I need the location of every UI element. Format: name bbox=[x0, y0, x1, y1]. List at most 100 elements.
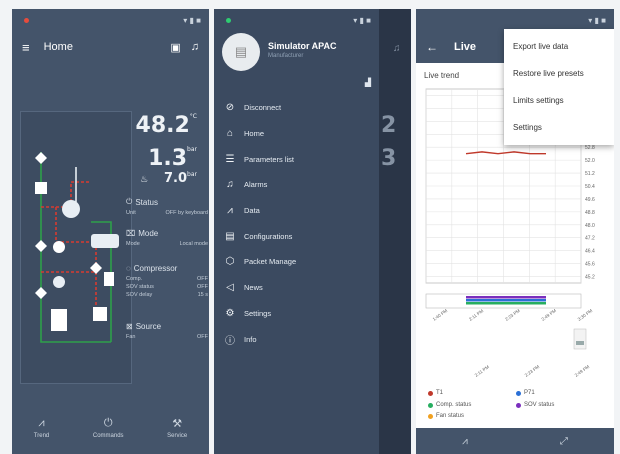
drawer-item-configurations[interactable]: ▤ Configurations bbox=[214, 223, 379, 249]
source-section: ⊠ Source Fan OFF bbox=[126, 322, 208, 340]
drawer-item-settings[interactable]: ⚙ Settings bbox=[214, 301, 379, 327]
y-tick-label: 49.6 bbox=[585, 197, 595, 203]
y-tick-label: 45.6 bbox=[585, 262, 595, 268]
legend-fan-status: Fan status bbox=[428, 413, 464, 419]
nav-trend[interactable]: ⩘ Trend bbox=[34, 417, 49, 439]
mode-section: ⌧ Mode Mode Local mode bbox=[126, 229, 208, 247]
x-tick-label: 2:11 PM bbox=[474, 364, 491, 378]
drawer-item-news[interactable]: ◁ News bbox=[214, 275, 379, 301]
pressure-value-2: ♨ 7.0bar bbox=[139, 171, 197, 186]
scroll-handle[interactable] bbox=[573, 328, 587, 350]
x-tick-label: 3:30 PM bbox=[577, 308, 594, 322]
navigation-drawer: ▾ ▮ ■ ▤ Simulator APAC Manufacturer ▟ ⊘ D… bbox=[214, 9, 379, 454]
signal-icon: ▟ bbox=[364, 78, 371, 87]
y-tick-label: 48.0 bbox=[585, 223, 595, 229]
megaphone-icon: ◁ bbox=[226, 282, 234, 294]
live-trend-overview: 2:11 PM 2:23 PM 2:49 PM bbox=[474, 328, 591, 378]
power-icon: ⏻ bbox=[126, 197, 133, 206]
legend-p71: P71 bbox=[516, 390, 535, 396]
power-button-icon: ⏻ bbox=[103, 417, 113, 429]
status-band-bar bbox=[466, 296, 546, 299]
trend-icon: ⩘ bbox=[38, 417, 45, 429]
info-icon: ⓘ bbox=[225, 335, 235, 347]
status-band-bar bbox=[466, 302, 546, 305]
clipboard-icon: ▤ bbox=[225, 230, 235, 242]
menu-item-limits[interactable]: Limits settings bbox=[504, 87, 614, 114]
temperature-value: 48.2°C bbox=[135, 113, 197, 138]
y-tick-label: 50.4 bbox=[585, 184, 595, 190]
drawer-header: ▤ Simulator APAC Manufacturer ▟ bbox=[214, 31, 379, 91]
drawer-item-packet-manage[interactable]: ⬡ Packet Manage bbox=[214, 249, 379, 275]
x-tick-label: 2:49 PM bbox=[540, 308, 557, 322]
y-tick-label: 51.2 bbox=[585, 171, 595, 177]
y-tick-label: 46.4 bbox=[585, 249, 595, 255]
trend-icon[interactable]: ⩘ bbox=[462, 436, 468, 447]
x-tick-label: 2:23 PM bbox=[524, 364, 541, 378]
menu-item-restore[interactable]: Restore live presets bbox=[504, 60, 614, 87]
status-section: ⏻ Status Unit OFF by keyboard bbox=[126, 197, 208, 216]
menu-item-settings[interactable]: Settings bbox=[504, 114, 614, 141]
device-name: Simulator APAC bbox=[268, 41, 337, 51]
menu-icon[interactable]: ≡ bbox=[22, 40, 30, 55]
chart-title: Live trend bbox=[424, 71, 460, 80]
status-band-bar bbox=[466, 299, 546, 302]
bottom-navigation: ⩘ Trend ⏻ Commands ⚒ Service bbox=[12, 402, 209, 454]
legend-sov-status: SOV status bbox=[516, 402, 554, 408]
gauge-icon: ♨ bbox=[139, 175, 149, 185]
dimmed-background: 2 3 ♫ bbox=[379, 9, 411, 454]
compressor-icon: ◌ bbox=[126, 264, 131, 273]
status-bar: ▾ ▮ ■ bbox=[214, 9, 379, 31]
settings-icon: ⚙ bbox=[225, 307, 235, 319]
device-icon: ▤ bbox=[234, 44, 248, 59]
source-icon: ⊠ bbox=[126, 322, 133, 331]
y-tick-label: 45.2 bbox=[585, 275, 595, 281]
page-title: Live bbox=[454, 41, 477, 53]
list-icon: ☰ bbox=[225, 153, 235, 165]
status-bar: ▾ ▮ ■ bbox=[12, 9, 209, 31]
live-bottom-bar: ⩘ ⤢ bbox=[416, 428, 614, 454]
y-tick-label: 52.8 bbox=[585, 145, 595, 151]
disconnect-icon: ⊘ bbox=[225, 102, 235, 114]
live-screen: ▾ ▮ ■ ← Live Live trend 56.055.254.453.6… bbox=[416, 9, 614, 454]
chart-icon: ⩘ bbox=[227, 205, 233, 217]
back-arrow-icon[interactable]: ← bbox=[426, 40, 438, 54]
drawer-item-disconnect[interactable]: ⊘ Disconnect bbox=[214, 95, 379, 121]
status-bar: ▾ ▮ ■ bbox=[588, 15, 606, 25]
device-subtitle: Manufacturer bbox=[268, 53, 304, 59]
drawer-screen: 2 3 ♫ ▾ ▮ ■ ▤ Simulator APAC Manufacture… bbox=[214, 9, 411, 454]
drawer-item-alarms[interactable]: ♫ Alarms bbox=[214, 172, 379, 198]
home-icon: ⌂ bbox=[226, 128, 234, 140]
drawer-item-parameters[interactable]: ☰ Parameters list bbox=[214, 146, 379, 172]
drawer-item-info[interactable]: ⓘ Info bbox=[214, 326, 379, 352]
package-icon: ⬡ bbox=[225, 256, 235, 268]
alarm-bell-icon: ♫ bbox=[226, 179, 234, 191]
y-tick-label: 47.2 bbox=[585, 236, 595, 242]
save-icon[interactable]: ▣ bbox=[170, 41, 180, 54]
x-tick-label: 2:49 PM bbox=[574, 364, 591, 378]
nav-commands[interactable]: ⏻ Commands bbox=[93, 417, 124, 439]
nav-service[interactable]: ⚒ Service bbox=[167, 417, 187, 439]
x-tick-label: 2:11 PM bbox=[468, 308, 485, 322]
legend-t1: T1 bbox=[428, 390, 443, 396]
home-screen: ▾ ▮ ■ ≡ Home ▣ ♫ 48.2°C 1.3bar ♨ 7.0bar ⏻… bbox=[12, 9, 209, 454]
scroll-thumb[interactable] bbox=[576, 341, 584, 345]
page-title: Home bbox=[43, 41, 73, 53]
compressor-section: ◌ Compressor Comp. OFF SOV status OFF SOV d… bbox=[126, 264, 208, 298]
notification-icon[interactable]: ♫ bbox=[191, 41, 199, 53]
wrench-icon: ⚒ bbox=[172, 418, 183, 430]
y-tick-label: 48.8 bbox=[585, 210, 595, 216]
home-app-bar: ≡ Home ▣ ♫ bbox=[12, 31, 209, 63]
y-tick-label: 52.0 bbox=[585, 158, 595, 164]
device-avatar: ▤ bbox=[222, 33, 260, 71]
zoom-icon[interactable]: ⤢ bbox=[560, 436, 568, 447]
legend-comp-status: Comp. status bbox=[428, 402, 471, 408]
x-tick-label: 1:40 PM bbox=[432, 308, 449, 322]
x-tick-label: 2:23 PM bbox=[504, 308, 521, 322]
drawer-item-home[interactable]: ⌂ Home bbox=[214, 121, 379, 147]
mode-icon: ⌧ bbox=[126, 229, 136, 238]
menu-item-export[interactable]: Export live data bbox=[504, 33, 614, 60]
circuit-diagram bbox=[20, 111, 132, 384]
drawer-item-data[interactable]: ⩘ Data bbox=[214, 198, 379, 224]
overflow-menu: Export live data Restore live presets Li… bbox=[504, 29, 614, 145]
pressure-value-1: 1.3bar bbox=[148, 146, 197, 171]
